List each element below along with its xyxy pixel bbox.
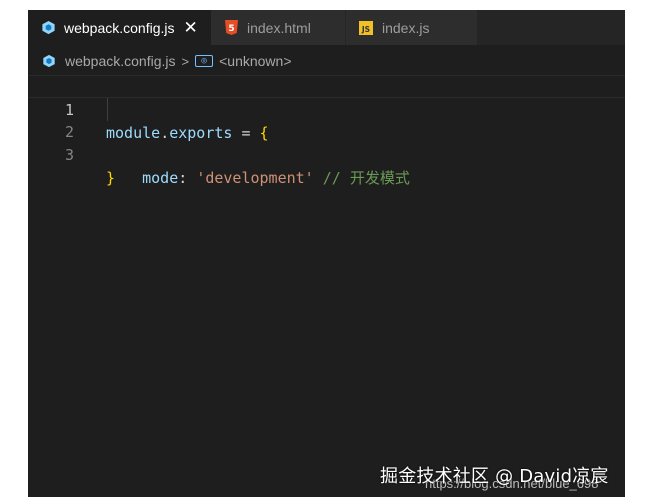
code-line-1[interactable]: 1 module.exports = { [28, 75, 625, 142]
tab-index-js[interactable]: JS index.js [345, 10, 477, 45]
svg-text:JS: JS [361, 25, 370, 34]
close-icon[interactable]: ✕ [184, 19, 198, 36]
code-line-3[interactable]: 3 } [28, 121, 625, 187]
tab-webpack-config[interactable]: webpack.config.js ✕ [28, 10, 211, 45]
chevron-right-icon: > [181, 53, 190, 69]
code-text: mode: 'development' // 开发模式 [106, 169, 410, 187]
line-number: 3 [64, 146, 74, 164]
svg-text:5: 5 [228, 24, 234, 34]
breadcrumb-symbol[interactable]: <unknown> [219, 53, 291, 69]
symbol-variable-icon: ◎ [195, 55, 214, 67]
breadcrumb-file[interactable]: webpack.config.js [65, 53, 176, 69]
code-line-2[interactable]: 2 mode: 'development' // 开发模式 [28, 98, 625, 187]
breadcrumb: webpack.config.js > ◎ <unknown> [28, 50, 625, 72]
webpack-icon [42, 54, 56, 68]
editor-tab-bar: webpack.config.js ✕ 5 index.html JS inde… [28, 10, 625, 45]
html5-icon: 5 [223, 20, 239, 36]
js-icon: JS [358, 20, 374, 36]
code-editor: webpack.config.js ✕ 5 index.html JS inde… [28, 10, 625, 497]
code-text: } [106, 169, 116, 187]
indent-guide [107, 98, 108, 121]
watermark-text: 掘金技术社区 @ David凉宸 [380, 466, 609, 487]
tab-index-html[interactable]: 5 index.html [211, 10, 345, 45]
tab-label: webpack.config.js [64, 19, 175, 36]
tab-label: index.js [382, 19, 430, 36]
code-area[interactable]: 1 module.exports = { 2 mode: 'developmen… [28, 75, 625, 187]
tab-label: index.html [247, 19, 311, 36]
webpack-icon [40, 20, 56, 36]
